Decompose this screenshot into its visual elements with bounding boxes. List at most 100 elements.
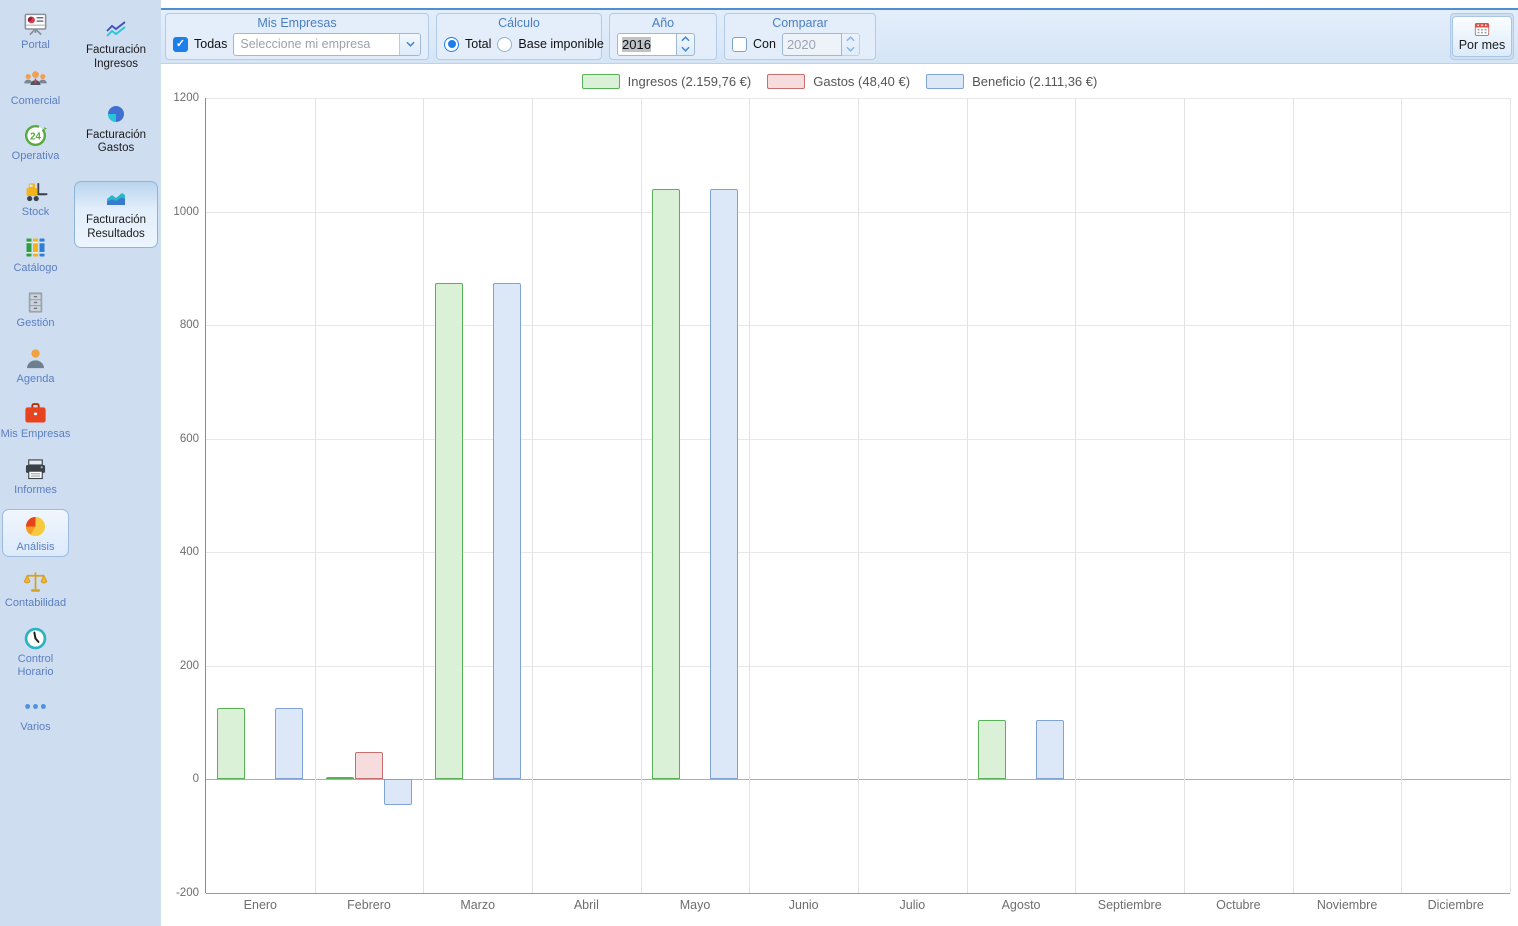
x-tick-label: Febrero (315, 893, 424, 926)
empresa-select[interactable]: Seleccione mi empresa (233, 33, 421, 56)
gridline (532, 98, 533, 893)
bar-beneficio-mayo (710, 189, 738, 780)
top-strip (161, 0, 1518, 8)
group-mis-empresas-title: Mis Empresas (173, 15, 421, 32)
sidebar-item-mis-empresas[interactable]: Mis Empresas (0, 397, 71, 444)
legend-item-beneficio: Beneficio (2.111,36 €) (926, 74, 1097, 89)
gridline (315, 98, 316, 893)
bar-ingresos-mayo (652, 189, 680, 780)
submenu-item-facturacion-gastos[interactable]: Facturación Gastos (74, 97, 158, 162)
group-calculo-title: Cálculo (444, 15, 594, 32)
submenu-item-facturacion-resultados[interactable]: Facturación Resultados (74, 181, 158, 248)
gridline (1184, 98, 1185, 893)
group-ano: Año 2016 (609, 13, 717, 60)
bar-beneficio-enero (275, 708, 303, 779)
base-imponible-radio[interactable] (497, 37, 512, 52)
plot-area (205, 98, 1510, 893)
contabilidad-icon (22, 569, 49, 596)
con-checkbox[interactable] (732, 37, 747, 52)
sidebar-item-catalogo[interactable]: Catálogo (0, 231, 71, 278)
year-spin-up-icon[interactable] (677, 34, 694, 45)
y-tick-label: 1000 (173, 206, 199, 218)
ingresos-icon (104, 17, 128, 41)
compare-year-spinner[interactable]: 2020 (782, 33, 860, 56)
y-tick-label: 600 (180, 433, 199, 445)
x-tick-label: Abril (532, 893, 641, 926)
gridline (1510, 98, 1511, 893)
gridline (967, 98, 968, 893)
sidebar-item-control-horario[interactable]: Control Horario (0, 622, 71, 681)
sidebar-item-label: Mis Empresas (1, 428, 71, 441)
gestion-icon (22, 289, 49, 316)
sidebar-item-label: Control Horario (0, 653, 71, 678)
beneficio-legend-label: Beneficio (2.111,36 €) (972, 74, 1097, 89)
sidebar-item-operativa[interactable]: 24Operativa (0, 119, 71, 166)
y-tick-label: 400 (180, 546, 199, 558)
year-spin-down-icon[interactable] (677, 44, 694, 55)
sidebar-item-varios[interactable]: Varios (0, 690, 71, 737)
todas-checkbox[interactable] (173, 37, 188, 52)
y-tick-label: -200 (176, 887, 199, 899)
sidebar-item-label: Análisis (17, 541, 55, 554)
sidebar: Portal Comercial 24Operativa Stock Catálogo G… (0, 0, 71, 926)
year-spinner[interactable]: 2016 (617, 33, 695, 56)
x-axis-labels: EneroFebreroMarzoAbrilMayoJunioJulioAgos… (206, 893, 1510, 926)
submenu-item-facturacion-ingresos[interactable]: Facturación Ingresos (74, 12, 158, 77)
legend-item-ingresos: Ingresos (2.159,76 €) (582, 74, 752, 89)
compare-spin-down-icon[interactable] (842, 44, 859, 55)
comercial-icon (22, 67, 49, 94)
group-mis-empresas: Mis Empresas Todas Seleccione mi empresa (165, 13, 429, 60)
analisis-icon (22, 513, 49, 540)
empresa-select-placeholder: Seleccione mi empresa (234, 34, 399, 55)
compare-year-input[interactable]: 2020 (782, 33, 842, 56)
informes-icon (22, 456, 49, 483)
resultados-icon (104, 187, 128, 211)
compare-spin-up-icon[interactable] (842, 34, 859, 45)
sidebar-item-label: Agenda (17, 373, 55, 386)
sidebar-item-label: Stock (22, 206, 50, 219)
sidebar-item-comercial[interactable]: Comercial (0, 64, 71, 111)
year-input[interactable]: 2016 (622, 37, 651, 52)
chart-legend: Ingresos (2.159,76 €) Gastos (48,40 €) B… (161, 64, 1518, 98)
sidebar-item-label: Informes (14, 484, 57, 497)
sidebar-item-contabilidad[interactable]: Contabilidad (0, 566, 71, 613)
y-tick-label: 0 (193, 773, 199, 785)
x-tick-label: Diciembre (1401, 893, 1510, 926)
calendar-icon (1473, 20, 1491, 37)
total-radio[interactable] (444, 37, 459, 52)
sidebar-item-label: Varios (20, 721, 50, 734)
con-label: Con (753, 37, 776, 51)
x-tick-label: Julio (858, 893, 967, 926)
stock-icon (22, 178, 49, 205)
gridline (1075, 98, 1076, 893)
sidebar-item-analisis[interactable]: Análisis (2, 509, 69, 558)
x-tick-label: Octubre (1184, 893, 1293, 926)
bar-beneficio-agosto (1036, 720, 1064, 780)
chevron-down-icon[interactable] (399, 34, 420, 55)
operativa-icon: 24 (22, 122, 49, 149)
legend-item-gastos: Gastos (48,40 €) (767, 74, 910, 89)
gridline (1293, 98, 1294, 893)
agenda-icon (22, 345, 49, 372)
y-tick-label: 200 (180, 660, 199, 672)
por-mes-button[interactable]: Por mes (1452, 16, 1513, 57)
sidebar-item-gestion[interactable]: Gestión (0, 286, 71, 333)
sidebar-item-label: Portal (21, 39, 50, 52)
x-tick-label: Junio (749, 893, 858, 926)
sidebar-item-portal[interactable]: Portal (0, 8, 71, 55)
y-axis-labels: 120010008006004002000-200 (161, 98, 205, 893)
chart: Ingresos (2.159,76 €) Gastos (48,40 €) B… (161, 64, 1518, 926)
y-tick-label: 800 (180, 319, 199, 331)
sidebar-item-agenda[interactable]: Agenda (0, 342, 71, 389)
control-horario-icon (22, 625, 49, 652)
sidebar-item-informes[interactable]: Informes (0, 453, 71, 500)
sidebar-item-label: Catálogo (13, 262, 57, 275)
x-tick-label: Septiembre (1075, 893, 1184, 926)
sidebar-item-stock[interactable]: Stock (0, 175, 71, 222)
por-mes-label: Por mes (1459, 38, 1506, 52)
gridline (423, 98, 424, 893)
gastos-legend-label: Gastos (48,40 €) (813, 74, 910, 89)
toolbar-spacer (883, 13, 1443, 60)
bar-ingresos-marzo (435, 283, 463, 780)
gridline (206, 893, 1510, 894)
